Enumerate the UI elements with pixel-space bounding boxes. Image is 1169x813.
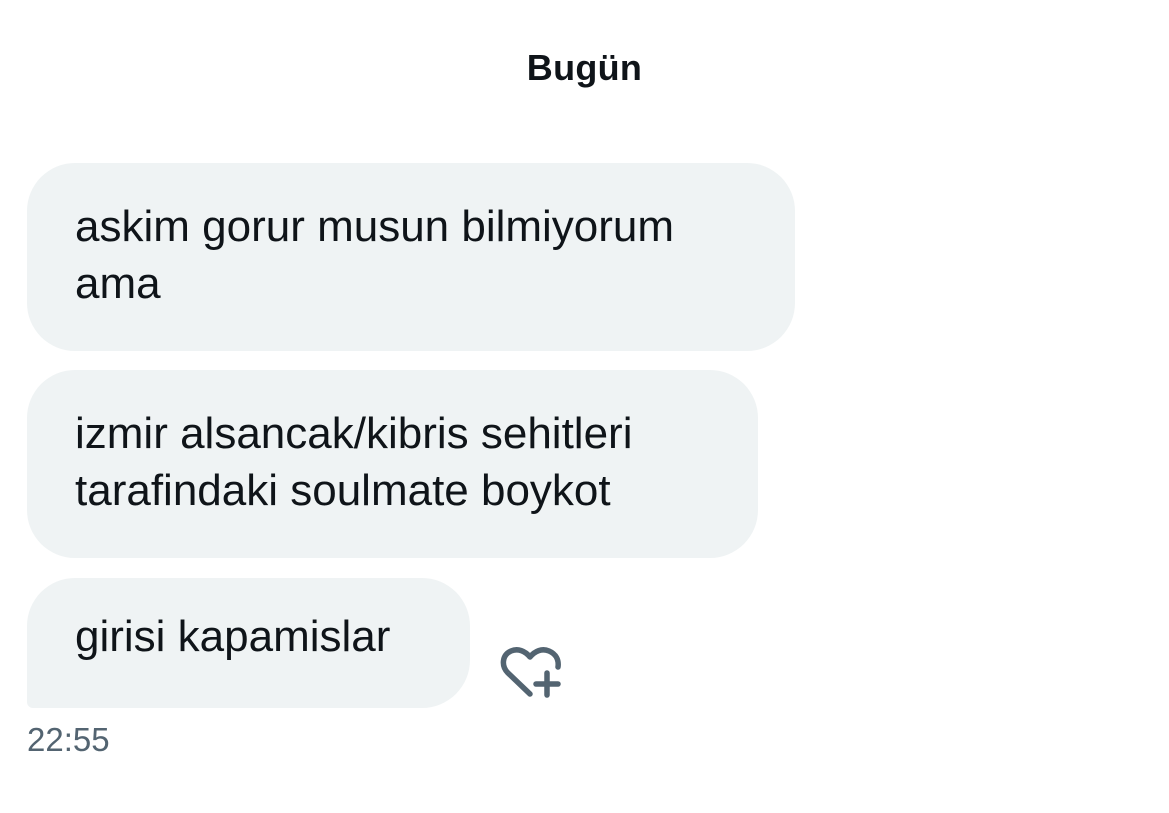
message-line: tarafindaki soulmate boykot xyxy=(75,466,611,515)
message-line: izmir alsancak/kibris sehitleri xyxy=(75,409,633,458)
message-line: ama xyxy=(75,259,161,308)
message-line: girisi kapamislar xyxy=(75,611,391,661)
message-text: askim gorur musun bilmiyorum ama xyxy=(75,198,674,312)
message-bubble[interactable]: izmir alsancak/kibris sehitleri tarafind… xyxy=(27,370,758,558)
message-bubble[interactable]: askim gorur musun bilmiyorum ama xyxy=(27,163,795,351)
date-divider: Bugün xyxy=(526,47,643,88)
heart-plus-icon xyxy=(500,647,561,698)
message-timestamp: 22:55 xyxy=(27,721,110,758)
message-text: izmir alsancak/kibris sehitleri tarafind… xyxy=(75,405,632,519)
message-line: askim gorur musun bilmiyorum xyxy=(75,202,675,251)
add-reaction-button[interactable] xyxy=(498,646,566,702)
message-text: girisi kapamislar xyxy=(75,608,390,665)
message-bubble[interactable]: girisi kapamislar xyxy=(27,578,470,708)
